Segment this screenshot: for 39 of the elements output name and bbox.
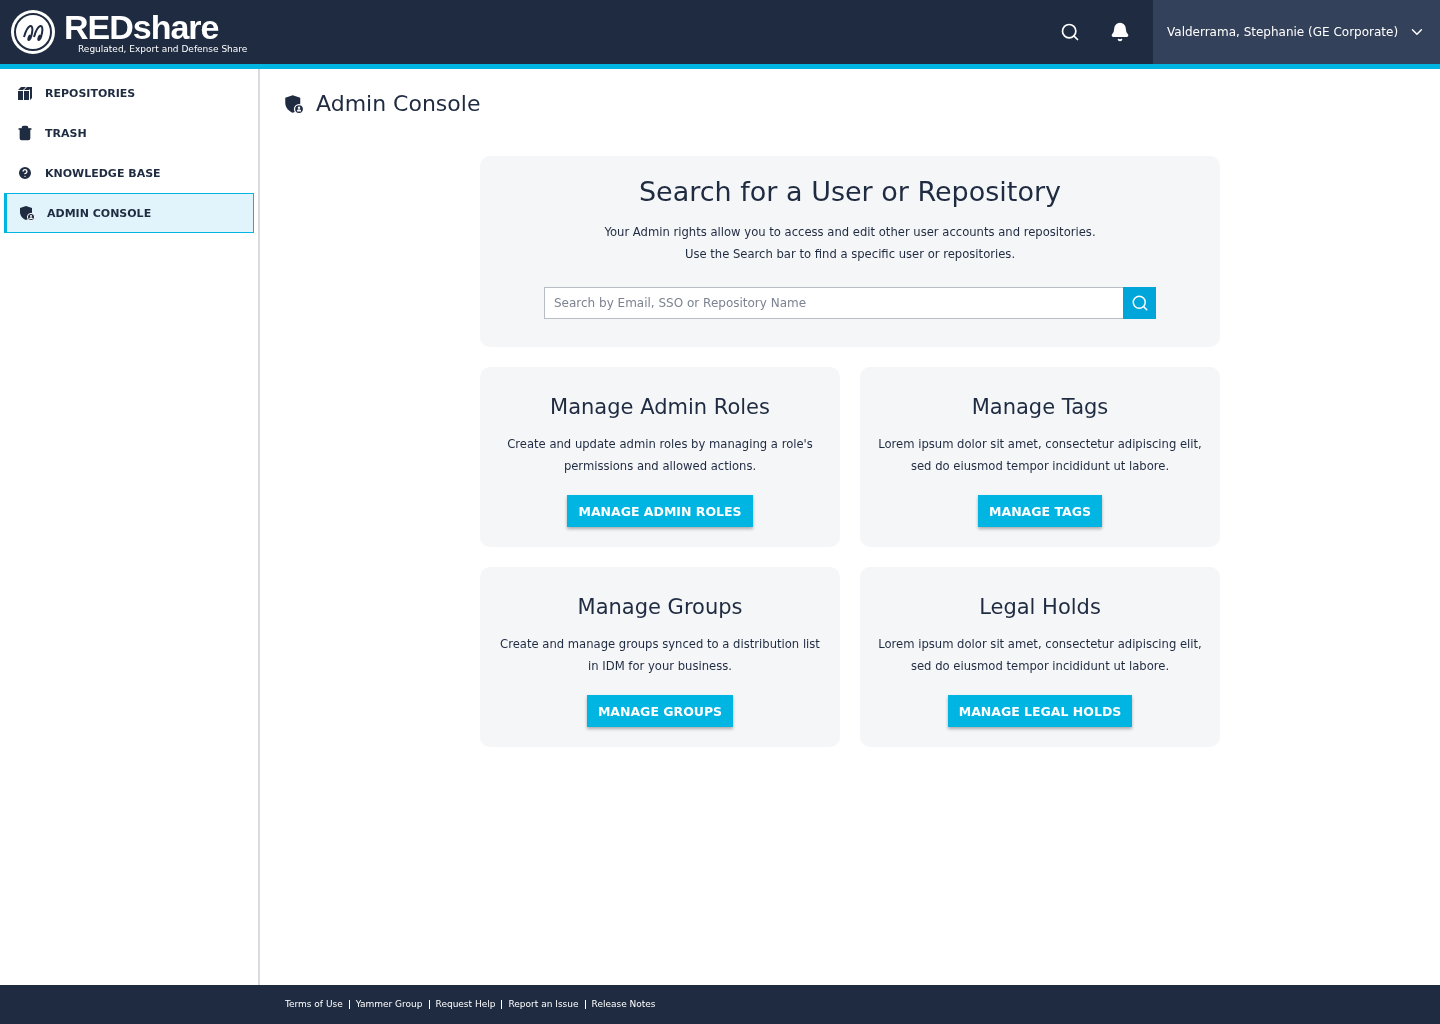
- search-icon: [1130, 294, 1149, 312]
- footer-link[interactable]: Request Help: [428, 1000, 502, 1009]
- brand-name: REDshare: [64, 10, 220, 44]
- sidebar-item[interactable]: ADMIN CONSOLE: [4, 193, 254, 233]
- footer-link[interactable]: Terms of Use: [285, 1000, 349, 1009]
- sidebar-item[interactable]: REPOSITORIES: [4, 73, 254, 113]
- card-title: Manage Admin Roles: [550, 395, 770, 419]
- page-title: Admin Console: [316, 91, 481, 116]
- card-description: Lorem ipsum dolor sit amet, consectetur adipiscing elit, sed do eiusmod tempor incididunt ut labore.: [877, 636, 1203, 675]
- trash-icon: [17, 125, 33, 141]
- card-description: Use the Search bar to find a specific user or repositories.: [684, 246, 1016, 263]
- sidebar-label: REPOSITORIES: [45, 86, 136, 100]
- card-description: Your Admin rights allow you to access and edit other user accounts and repositories.: [604, 224, 1096, 241]
- card-description: Create and update admin roles by managing a role's permissions and allowed actions.: [506, 436, 814, 475]
- sidebar-item[interactable]: TRASH: [4, 113, 254, 153]
- shield-user-icon: [19, 205, 35, 221]
- card-title: Manage Tags: [971, 395, 1109, 419]
- logo-icon: [10, 9, 56, 55]
- help-icon: [17, 165, 33, 181]
- card-description: Create and manage groups synced to a distribution list in IDM for your business.: [499, 636, 821, 675]
- sidebar-label: KNOWLEDGE BASE: [45, 166, 161, 180]
- sidebar-label: ADMIN CONSOLE: [47, 206, 152, 220]
- sidebar-label: TRASH: [45, 126, 87, 140]
- search-icon: [1060, 22, 1080, 42]
- bell-icon: [1110, 22, 1130, 42]
- sidebar-item[interactable]: KNOWLEDGE BASE: [4, 153, 254, 193]
- search-submit-button[interactable]: [1123, 287, 1156, 319]
- footer-link[interactable]: Release Notes: [584, 1000, 662, 1009]
- user-menu[interactable]: Valderrama, Stephanie (GE Corporate): [1153, 0, 1440, 64]
- card-title: Search for a User or Repository: [638, 176, 1062, 207]
- brand-tagline: Regulated, Export and Defense Share: [78, 44, 248, 54]
- search-field[interactable]: Search by Email, SSO or Repository Name: [544, 287, 1123, 319]
- footer-link[interactable]: Report an Issue: [501, 1000, 585, 1009]
- card-title: Manage Groups: [577, 595, 743, 619]
- footer-link[interactable]: Yammer Group: [348, 1000, 429, 1009]
- boxes-icon: [17, 85, 33, 101]
- card-title: Legal Holds: [979, 595, 1101, 619]
- shield-user-icon: [284, 93, 304, 114]
- card-description: Lorem ipsum dolor sit amet, consectetur adipiscing elit, sed do eiusmod tempor incididunt ut labore.: [877, 436, 1203, 475]
